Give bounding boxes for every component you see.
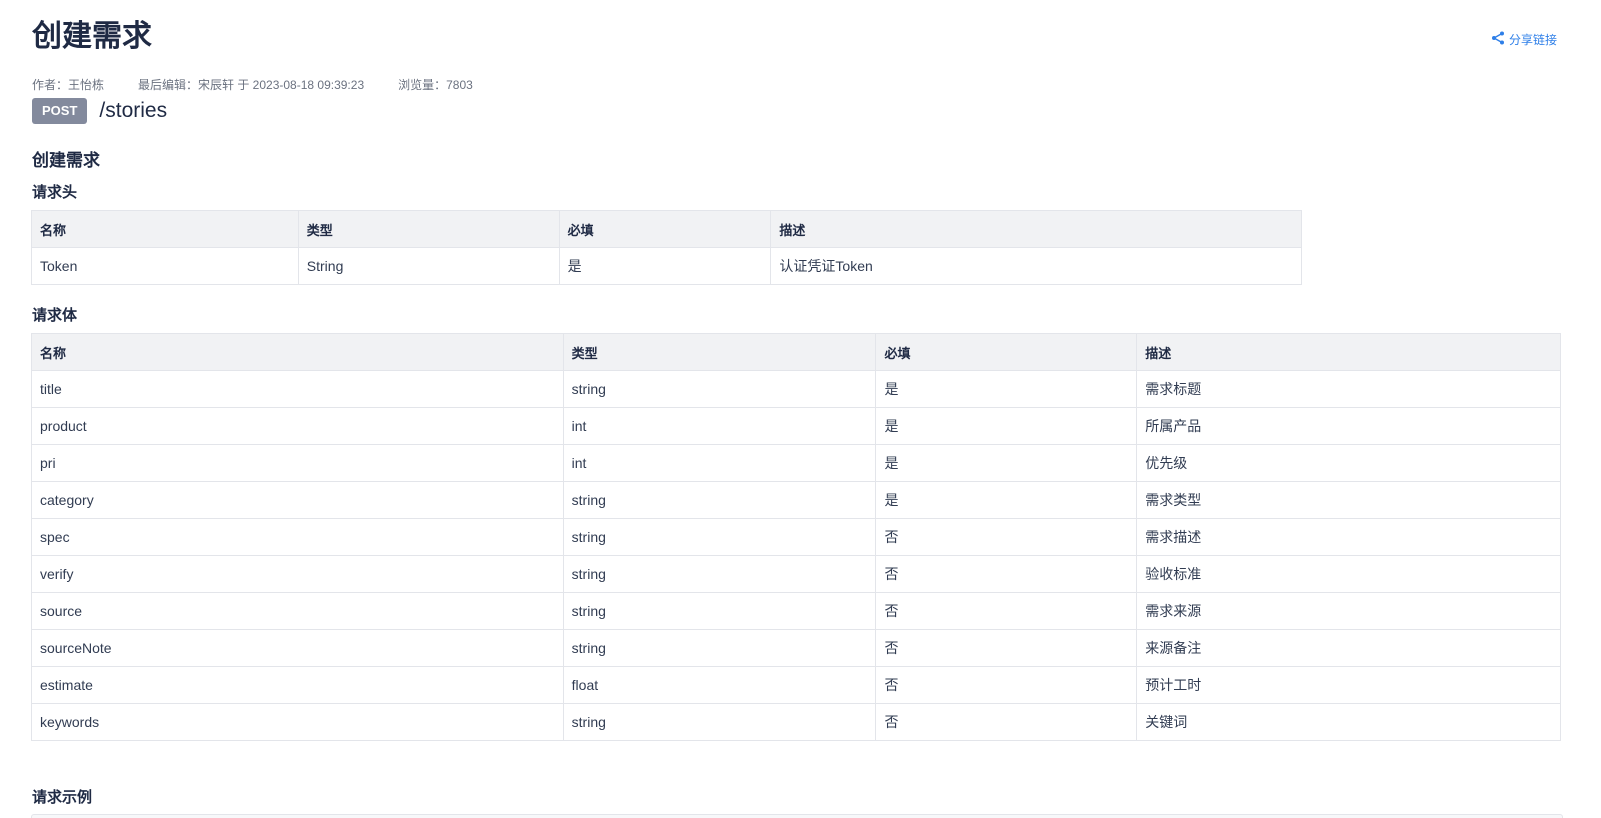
cell-name: verify xyxy=(31,555,564,593)
cell-required: 否 xyxy=(875,703,1138,741)
table-row: spec string 否 需求描述 xyxy=(31,518,1561,556)
cell-type: string xyxy=(562,592,877,630)
cell-description: 验收标准 xyxy=(1136,555,1561,593)
cell-description: 认证凭证Token xyxy=(770,247,1302,285)
endpoint-path: /stories xyxy=(99,99,168,122)
cell-name: pri xyxy=(31,444,564,482)
cell-name: sourceNote xyxy=(31,629,564,667)
request-header-heading: 请求头 xyxy=(32,184,78,201)
table-header-row: 名称 类型 必填 描述 xyxy=(31,333,1561,371)
cell-required: 是 xyxy=(558,247,772,285)
cell-description: 优先级 xyxy=(1136,444,1561,482)
column-header: 名称 xyxy=(31,333,564,371)
table-row: product int 是 所属产品 xyxy=(31,407,1561,445)
cell-name: spec xyxy=(31,518,564,556)
table-row: category string 是 需求类型 xyxy=(31,481,1561,519)
cell-type: string xyxy=(562,703,877,741)
cell-name: source xyxy=(31,592,564,630)
column-header: 必填 xyxy=(558,210,772,248)
cell-description: 需求描述 xyxy=(1136,518,1561,556)
cell-required: 否 xyxy=(875,518,1138,556)
cell-required: 否 xyxy=(875,629,1138,667)
cell-name: category xyxy=(31,481,564,519)
cell-required: 是 xyxy=(875,370,1138,408)
column-header: 描述 xyxy=(1136,333,1561,371)
cell-type: int xyxy=(562,444,877,482)
table-row: keywords string 否 关键词 xyxy=(31,703,1561,741)
request-example-heading: 请求示例 xyxy=(32,789,93,806)
cell-type: String xyxy=(297,247,560,285)
cell-required: 否 xyxy=(875,666,1138,704)
view-count: 浏览量：7803 xyxy=(398,78,473,92)
page-title: 创建需求 xyxy=(32,20,152,53)
cell-name: keywords xyxy=(31,703,564,741)
column-header: 类型 xyxy=(562,333,877,371)
cell-description: 需求标题 xyxy=(1136,370,1561,408)
cell-type: int xyxy=(562,407,877,445)
table-row: pri int 是 优先级 xyxy=(31,444,1561,482)
page: 创建需求 分享链接 作者：王怡栋 最后编辑：宋辰轩 于 2023-08-18 0… xyxy=(0,0,1601,818)
cell-type: string xyxy=(562,629,877,667)
cell-required: 是 xyxy=(875,481,1138,519)
cell-type: string xyxy=(562,555,877,593)
column-header: 必填 xyxy=(875,333,1138,371)
cell-description: 来源备注 xyxy=(1136,629,1561,667)
cell-name: estimate xyxy=(31,666,564,704)
cell-description: 需求来源 xyxy=(1136,592,1561,630)
column-header: 类型 xyxy=(297,210,560,248)
meta-info: 作者：王怡栋 最后编辑：宋辰轩 于 2023-08-18 09:39:23 浏览… xyxy=(32,76,473,93)
cell-required: 是 xyxy=(875,407,1138,445)
author: 作者：王怡栋 xyxy=(32,78,105,92)
cell-description: 需求类型 xyxy=(1136,481,1561,519)
request-body-heading: 请求体 xyxy=(32,307,78,324)
request-body-table: 名称 类型 必填 描述 title string 是 需求标题 product … xyxy=(31,333,1561,741)
method-badge: POST xyxy=(32,98,88,124)
request-header-table: 名称 类型 必填 描述 Token String 是 认证凭证Token xyxy=(31,210,1302,285)
cell-name: Token xyxy=(31,247,299,285)
cell-description: 关键词 xyxy=(1136,703,1561,741)
endpoint: POST /stories xyxy=(32,98,167,124)
table-row: source string 否 需求来源 xyxy=(31,592,1561,630)
column-header: 描述 xyxy=(770,210,1302,248)
share-link-label: 分享链接 xyxy=(1508,33,1557,47)
cell-description: 所属产品 xyxy=(1136,407,1561,445)
cell-required: 否 xyxy=(875,592,1138,630)
last-edit: 最后编辑：宋辰轩 于 2023-08-18 09:39:23 xyxy=(138,78,365,92)
request-example-box xyxy=(31,814,1563,818)
cell-type: float xyxy=(562,666,877,704)
table-row: title string 是 需求标题 xyxy=(31,370,1561,408)
table-header-row: 名称 类型 必填 描述 xyxy=(31,210,1302,248)
api-description: 创建需求 xyxy=(32,151,100,170)
table-row: verify string 否 验收标准 xyxy=(31,555,1561,593)
cell-required: 是 xyxy=(875,444,1138,482)
cell-required: 否 xyxy=(875,555,1138,593)
table-row: estimate float 否 预计工时 xyxy=(31,666,1561,704)
cell-type: string xyxy=(562,481,877,519)
cell-name: product xyxy=(31,407,564,445)
column-header: 名称 xyxy=(31,210,299,248)
cell-description: 预计工时 xyxy=(1136,666,1561,704)
cell-type: string xyxy=(562,518,877,556)
cell-type: string xyxy=(562,370,877,408)
cell-name: title xyxy=(31,370,564,408)
table-row: sourceNote string 否 来源备注 xyxy=(31,629,1561,667)
share-icon xyxy=(1491,31,1509,48)
table-row: Token String 是 认证凭证Token xyxy=(31,247,1302,285)
share-link-button[interactable]: 分享链接 xyxy=(1491,31,1557,48)
